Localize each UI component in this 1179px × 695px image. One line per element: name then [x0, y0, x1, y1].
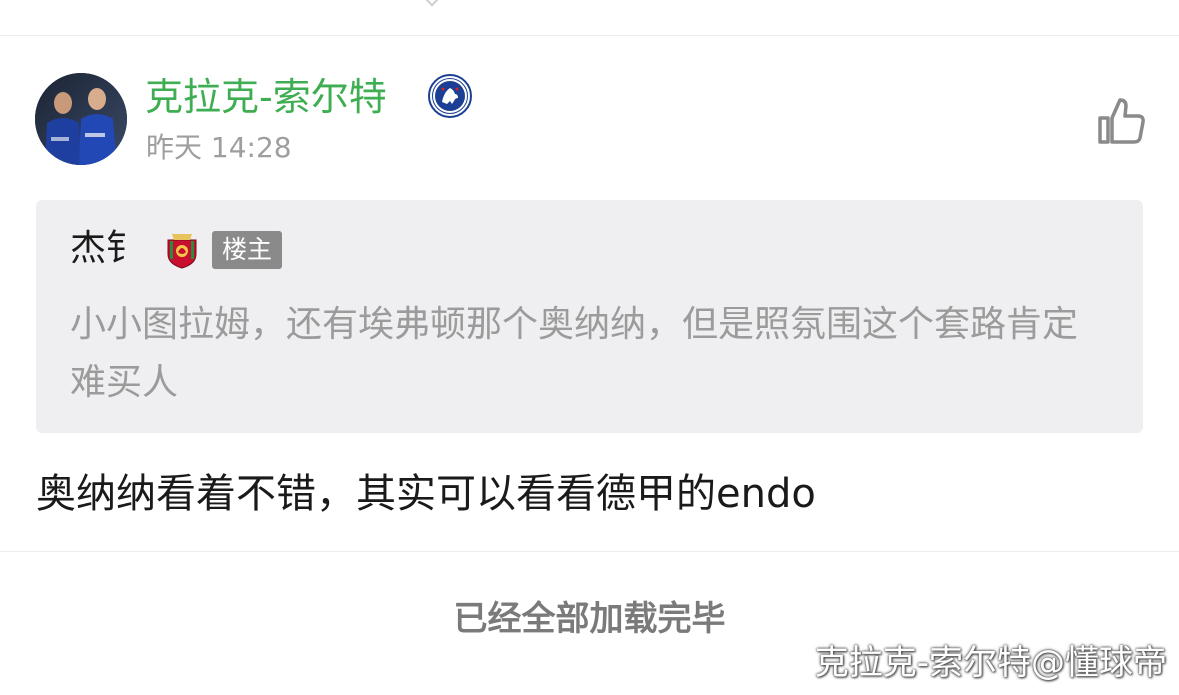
original-poster-tag: 楼主: [212, 231, 283, 269]
thumbs-up-icon[interactable]: [1092, 94, 1148, 150]
chelsea-crest-icon: [428, 74, 472, 118]
username[interactable]: 克拉克-索尔特: [145, 72, 387, 122]
avatar[interactable]: [35, 73, 127, 165]
liverpool-crest-icon: [166, 230, 198, 270]
collapse-chevron-icon: [423, 0, 441, 7]
comment-body: 奥纳纳看着不错，其实可以看看德甲的endo: [36, 471, 816, 517]
divider: [0, 35, 1179, 36]
divider: [0, 551, 1179, 552]
watermark: 克拉克-索尔特@懂球帝: [814, 643, 1167, 683]
quote-author[interactable]: 杰钅: [70, 226, 132, 272]
load-complete-status: 已经全部加载完毕: [453, 599, 726, 639]
quote-text: 小小图拉姆，还有埃弗顿那个奥纳纳，但是照氛围这个套路肯定难买人: [70, 304, 1079, 403]
quoted-comment[interactable]: 杰钅 楼主 小小图拉姆，还有埃弗顿那个奥纳纳，但是照氛围这个套路肯定难买人: [36, 200, 1143, 433]
timestamp: 昨天 14:28: [146, 131, 292, 164]
